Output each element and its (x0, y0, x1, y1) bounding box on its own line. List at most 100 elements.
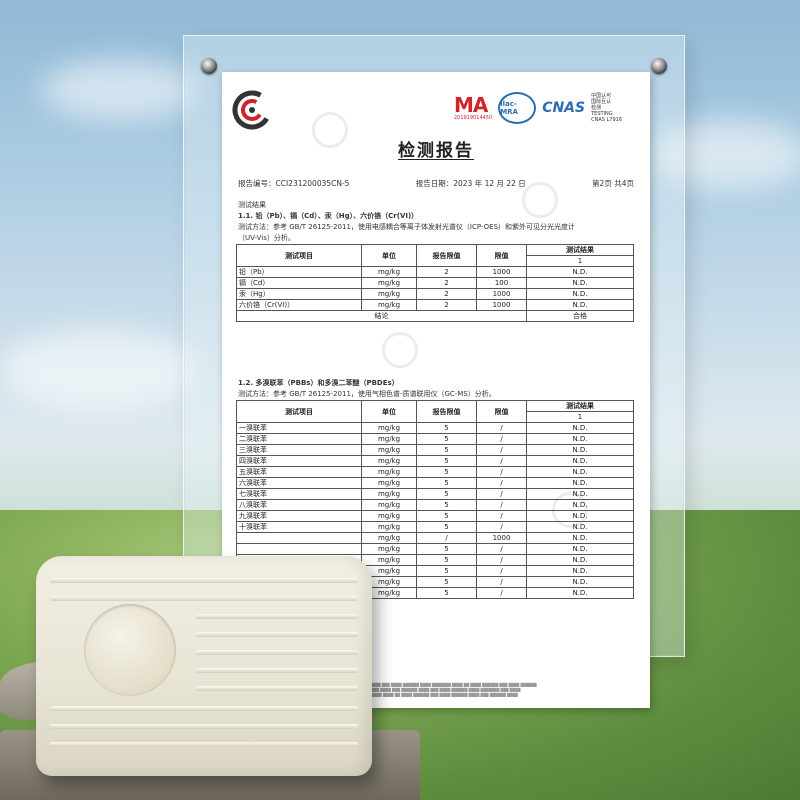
table-cell: / (476, 565, 527, 577)
table-cell: N.D. (526, 277, 634, 289)
table-cell: mg/kg (361, 488, 417, 500)
table-cell: / (476, 422, 527, 434)
table-cell: mg/kg (361, 466, 417, 478)
section-1-method: 测试方法：参考 GB/T 26125-2011，使用电感耦合等离子体发射光谱仪（… (238, 223, 576, 231)
table-cell: / (476, 433, 527, 445)
table-cell: 5 (416, 488, 477, 500)
table-row: 六价铬（Cr(VI)） mg/kg 2 1000 N.D. (236, 299, 634, 311)
storage-box (36, 556, 372, 776)
table-cell: 5 (416, 576, 477, 588)
table-cell: / (476, 466, 527, 478)
table-cell: N.D. (526, 532, 634, 544)
table-cell: mg/kg (361, 266, 417, 278)
table-cell: N.D. (526, 488, 634, 500)
table-cell: mg/kg (361, 554, 417, 566)
table-cell: / (476, 444, 527, 456)
table-cell: 六价铬（Cr(VI)） (236, 299, 362, 311)
table-row: 镉（Cd） mg/kg 2 100 N.D. (236, 277, 634, 289)
cma-mark: MA 201919014450 (454, 93, 493, 121)
table-row: mg/kg/1000 N.D. (236, 532, 634, 544)
certification-marks: MA 201919014450 ilac-MRA CNAS 中国认可 国际互认 … (454, 92, 622, 124)
table-cell: mg/kg (361, 444, 417, 456)
report-title: 检测报告 (398, 141, 474, 161)
table-cell: 五溴联苯 (236, 466, 362, 478)
table-cell: N.D. (526, 554, 634, 566)
table-row: 八溴联苯 mg/kg 5/N.D. (236, 499, 634, 511)
table-cell: 5 (416, 444, 477, 456)
table-cell: 2 (416, 277, 477, 289)
table-cell: N.D. (526, 266, 634, 278)
table-cell: 七溴联苯 (236, 488, 362, 500)
conclusion-row: 结论 合格 (236, 310, 634, 322)
table-cell: 六溴联苯 (236, 477, 362, 489)
table-row: 九溴联苯 mg/kg 5/N.D. (236, 510, 634, 522)
table-row: 三溴联苯 mg/kg 5/N.D. (236, 444, 634, 456)
table-cell: 5 (416, 422, 477, 434)
table-cell: N.D. (526, 444, 634, 456)
table-cell: 1000 (476, 299, 527, 311)
cloud (0, 330, 200, 410)
report-number: 报告编号：CCI231200035CN-5 (238, 179, 350, 188)
table-cell: 二溴联苯 (236, 433, 362, 445)
table-cell: / (476, 488, 527, 500)
table-row: 二溴联苯 mg/kg 5/N.D. (236, 433, 634, 445)
report-date: 报告日期：2023 年 12 月 22 日 (415, 179, 526, 188)
table-row: 四溴联苯 mg/kg 5/N.D. (236, 455, 634, 467)
table-cell: / (476, 543, 527, 555)
table-cell: 5 (416, 554, 477, 566)
table-cell: 5 (416, 587, 477, 599)
table-row: 十溴联苯 mg/kg 5/N.D. (236, 521, 634, 533)
table-cell: / (476, 587, 527, 599)
table-cell: 5 (416, 565, 477, 577)
table-cell: mg/kg (361, 422, 417, 434)
table-cell: 5 (416, 466, 477, 478)
cnas-text: 中国认可 国际互认 检测 TESTING CNAS L7916 (591, 93, 623, 123)
box-round-panel (84, 604, 176, 696)
table-cell: 九溴联苯 (236, 510, 362, 522)
table-cell: / (476, 576, 527, 588)
section-1-title: 1.1. 铅（Pb）、镉（Cd）、汞（Hg）、六价铬（Cr(VI)） (238, 212, 419, 220)
table-cell: 一溴联苯 (236, 422, 362, 434)
table-cell: 5 (416, 521, 477, 533)
table-cell: 2 (416, 288, 477, 300)
table-cell: N.D. (526, 455, 634, 467)
table-cell: 5 (416, 510, 477, 522)
cnas-mark: CNAS (542, 100, 586, 116)
section-2-method: 测试方法：参考 GB/T 26125-2011，使用气相色谱-质谱联用仪（GC-… (238, 390, 496, 398)
table-cell: mg/kg (361, 532, 417, 544)
table-cell: 铅（Pb） (236, 266, 362, 278)
page-number: 第2页 共4页 (592, 179, 634, 188)
ilac-mra-mark: ilac-MRA (498, 92, 537, 124)
table-row: 汞（Hg） mg/kg 2 1000 N.D. (236, 288, 634, 300)
table-cell: 十溴联苯 (236, 521, 362, 533)
table-cell: N.D. (526, 576, 634, 588)
table-cell: 四溴联苯 (236, 455, 362, 467)
table-row: 七溴联苯 mg/kg 5/N.D. (236, 488, 634, 500)
table-cell: 2 (416, 299, 477, 311)
table-cell: mg/kg (361, 277, 417, 289)
table-cell: / (476, 499, 527, 511)
cloud (40, 60, 200, 120)
table-cell: N.D. (526, 477, 634, 489)
table-cell: 八溴联苯 (236, 499, 362, 511)
section-2-title: 1.2. 多溴联苯（PBBs）和多溴二苯醚（PBDEs） (238, 379, 399, 387)
table-cell: 1000 (476, 288, 527, 300)
screw-icon (651, 58, 667, 74)
table-cell (236, 532, 362, 544)
table-cell: / (476, 477, 527, 489)
table-cell: N.D. (526, 521, 634, 533)
table-cell: mg/kg (361, 521, 417, 533)
table-cell: N.D. (526, 543, 634, 555)
table-cell: mg/kg (361, 433, 417, 445)
table-cell: mg/kg (361, 477, 417, 489)
lab-logo-icon (232, 90, 272, 130)
table-cell: / (416, 532, 477, 544)
table-cell: 2 (416, 266, 477, 278)
table-row: 一溴联苯 mg/kg 5/N.D. (236, 422, 634, 434)
table-cell: mg/kg (361, 299, 417, 311)
table-cell: 镉（Cd） (236, 277, 362, 289)
table-cell: mg/kg (361, 543, 417, 555)
table-cell: 100 (476, 277, 527, 289)
table-row: 五溴联苯 mg/kg 5/N.D. (236, 466, 634, 478)
table-cell: 三溴联苯 (236, 444, 362, 456)
